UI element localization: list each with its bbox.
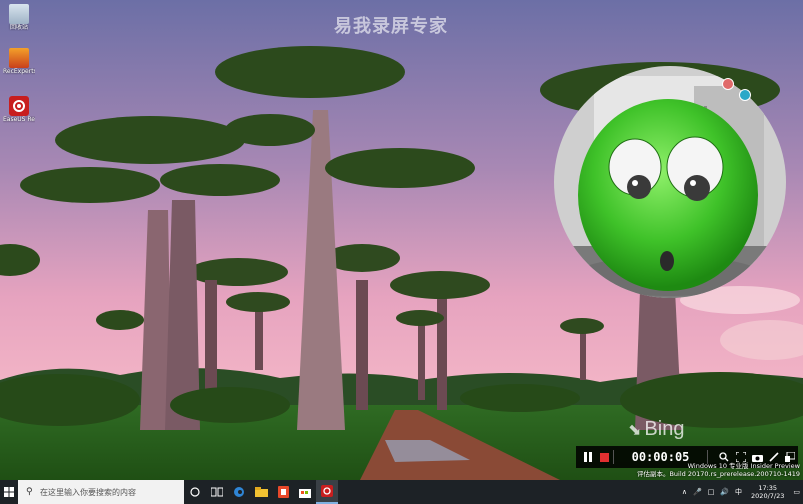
pause-icon[interactable]	[580, 446, 596, 468]
notifications-icon[interactable]: ▭	[793, 488, 800, 496]
system-tray: ∧ 🎤 □ 🔊 中 17:35 2020/7/23 ▭	[679, 480, 803, 504]
office-icon[interactable]	[272, 480, 294, 504]
windows-edition-text: Windows 10 专业版 Insider Preview	[687, 462, 800, 470]
desktop-icon-recycle-bin[interactable]: 回收站	[3, 4, 35, 31]
emoji-face	[578, 99, 758, 291]
box-app-icon	[9, 48, 29, 68]
volume-icon[interactable]: 🔊	[720, 488, 729, 496]
network-icon[interactable]: □	[708, 488, 715, 496]
windows-build-watermark: Windows 10 专业版 Insider Preview 评估副本。Buil…	[637, 462, 800, 478]
recexperts-taskbar-icon[interactable]	[316, 480, 338, 504]
taskbar: ⚲ 在这里输入你要搜索的内容 ∧ 🎤 □ 🔊 中 17:35 2020/7/23…	[0, 480, 803, 504]
cortana-icon[interactable]	[184, 480, 206, 504]
clock-time: 17:35	[758, 484, 778, 492]
recexperts-icon	[9, 96, 29, 116]
webcam-settings-icon[interactable]	[739, 89, 751, 101]
desktop-icon-easeus-recexperts[interactable]: EaseUS RecExperts	[3, 96, 35, 123]
task-view-icon[interactable]	[206, 480, 228, 504]
desktop-icon-recexperts[interactable]: RecExperts	[3, 48, 35, 75]
bing-logo: ⬊ Bing	[628, 418, 685, 440]
file-explorer-icon[interactable]	[250, 480, 272, 504]
show-hidden-icons-icon[interactable]: ∧	[682, 488, 687, 496]
microphone-icon[interactable]: 🎤	[693, 488, 702, 496]
clock-date: 2020/7/23	[751, 492, 785, 500]
recycle-bin-icon	[9, 4, 29, 24]
windows-logo-icon	[4, 487, 14, 497]
search-icon: ⚲	[26, 487, 33, 497]
store-icon[interactable]	[294, 480, 316, 504]
desktop-icon-label: RecExperts	[3, 68, 35, 75]
taskbar-search-box[interactable]: ⚲ 在这里输入你要搜索的内容	[18, 480, 184, 504]
stop-icon[interactable]	[596, 446, 612, 468]
webcam-close-icon[interactable]	[722, 78, 734, 90]
desktop-icon-label: 回收站	[9, 24, 28, 31]
edge-icon[interactable]	[228, 480, 250, 504]
start-button[interactable]	[0, 480, 18, 504]
divider	[612, 450, 614, 464]
ime-indicator[interactable]: 中	[735, 487, 742, 497]
search-placeholder: 在这里输入你要搜索的内容	[40, 487, 136, 497]
windows-build-text: 评估副本。Build 20170.rs_prerelease.200710-14…	[636, 470, 800, 478]
system-clock[interactable]: 17:35 2020/7/23	[751, 484, 784, 500]
desktop-icon-label: EaseUS RecExperts	[3, 116, 35, 123]
desktop: 回收站 RecExperts EaseUS RecExperts 易我录屏专家	[0, 0, 803, 480]
app-watermark: 易我录屏专家	[334, 16, 448, 37]
